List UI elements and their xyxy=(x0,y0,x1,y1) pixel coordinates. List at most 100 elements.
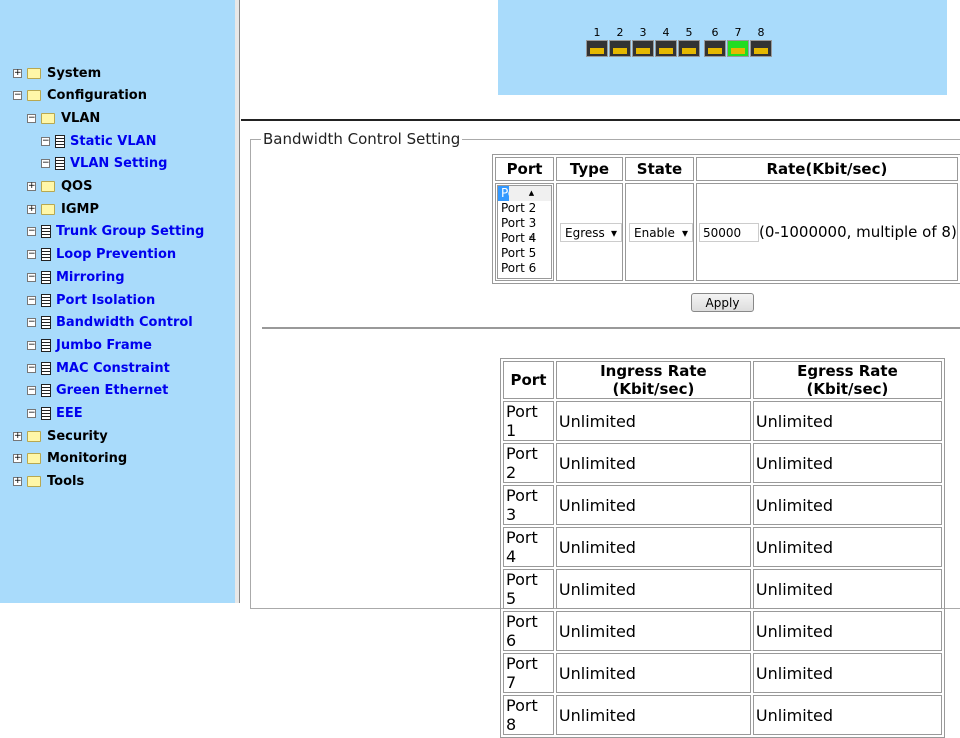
table-row: Port 5 Unlimited Unlimited xyxy=(503,569,942,609)
port-option[interactable]: Port 2 xyxy=(498,201,540,216)
sidebar-item-label: IGMP xyxy=(61,201,99,217)
ethernet-port-icon[interactable] xyxy=(750,40,772,57)
collapse-icon[interactable]: − xyxy=(27,295,36,305)
sidebar-item-label: Green Ethernet xyxy=(56,383,169,399)
page-icon xyxy=(41,270,51,284)
port-option[interactable]: Port 5 xyxy=(498,246,540,261)
collapse-icon[interactable]: − xyxy=(27,318,36,328)
sidebar-item-mirroring[interactable]: − Mirroring xyxy=(27,268,125,286)
sidebar-item-jumbo-frame[interactable]: − Jumbo Frame xyxy=(27,336,152,354)
sidebar-item-qos[interactable]: + QOS xyxy=(27,178,92,196)
expand-icon[interactable]: + xyxy=(13,477,22,487)
table-cell: Port 3 xyxy=(503,485,554,525)
sidebar-item-system[interactable]: + System xyxy=(13,64,101,82)
table-row: Port 4 Unlimited Unlimited xyxy=(503,527,942,567)
port-option[interactable]: Port 6 xyxy=(498,261,540,276)
sidebar-item-vlan-setting[interactable]: − VLAN Setting xyxy=(41,155,167,173)
ethernet-port-icon[interactable] xyxy=(632,40,654,57)
collapse-icon[interactable]: − xyxy=(27,113,36,123)
sidebar-item-label: MAC Constraint xyxy=(56,360,170,376)
sidebar-item-label: Tools xyxy=(47,474,85,490)
collapse-icon[interactable]: − xyxy=(27,386,36,396)
main-content: 1 2 3 4 5 6 7 8 Bandwidth Control Setting Port … xyxy=(241,0,960,738)
fieldset-legend: Bandwidth Control Setting xyxy=(261,130,463,148)
expand-icon[interactable]: + xyxy=(27,182,36,191)
table-cell: Unlimited xyxy=(555,527,751,567)
sidebar-item-vlan[interactable]: − VLAN xyxy=(27,109,100,127)
sidebar-item-label: System xyxy=(47,65,102,81)
expand-icon[interactable]: + xyxy=(27,204,36,214)
ethernet-port-icon[interactable] xyxy=(586,40,608,57)
frame-splitter[interactable] xyxy=(235,0,240,603)
sidebar-item-tools[interactable]: + Tools xyxy=(13,473,84,491)
sidebar-item-static-vlan[interactable]: − Static VLAN xyxy=(41,132,157,150)
collapse-icon[interactable]: − xyxy=(13,91,22,101)
port-pins xyxy=(682,48,696,54)
port-number-label: 4 xyxy=(662,26,670,39)
sidebar-item-label: EEE xyxy=(56,406,83,421)
sidebar-item-eee[interactable]: − EEE xyxy=(27,405,83,423)
sidebar-item-label: VLAN xyxy=(61,110,101,126)
sidebar-item-configuration[interactable]: − Configuration xyxy=(13,87,147,105)
collapse-icon[interactable]: − xyxy=(41,136,50,146)
sidebar-item-label: QOS xyxy=(61,179,93,194)
listbox-scrollbar[interactable]: ▲≡▼ xyxy=(509,186,551,242)
sidebar-item-port-isolation[interactable]: − Port Isolation xyxy=(27,291,155,309)
folder-icon xyxy=(41,181,55,192)
collapse-icon[interactable]: − xyxy=(27,340,36,350)
sidebar-item-igmp[interactable]: + IGMP xyxy=(27,200,99,218)
col-port: Port xyxy=(495,157,554,181)
port-pins xyxy=(636,48,650,54)
table-cell: Port 2 xyxy=(503,443,554,483)
collapse-icon[interactable]: − xyxy=(27,250,36,260)
expand-icon[interactable]: + xyxy=(13,431,22,441)
table-cell: Port 6 xyxy=(503,611,554,651)
port-number-label: 1 xyxy=(593,26,601,39)
sidebar-item-security[interactable]: + Security xyxy=(13,427,108,445)
rate-hint: (0-1000000, multiple of 8) xyxy=(759,222,957,241)
port-pins xyxy=(613,48,627,54)
table-cell: Unlimited xyxy=(555,443,751,483)
type-select[interactable]: Egress ▾ xyxy=(560,223,622,243)
col-rate: Rate(Kbit/sec) xyxy=(696,157,958,181)
sidebar-item-monitoring[interactable]: + Monitoring xyxy=(13,450,127,468)
sidebar-item-bandwidth-control[interactable]: − Bandwidth Control xyxy=(27,314,193,332)
ethernet-port-icon[interactable] xyxy=(678,40,700,57)
sidebar-item-label: Static VLAN xyxy=(70,133,157,149)
ethernet-port-icon[interactable] xyxy=(609,40,631,57)
sidebar-item-green-ethernet[interactable]: − Green Ethernet xyxy=(27,382,168,400)
port-listbox[interactable]: ▲≡▼Port 1Port 2Port 3Port 4Port 5Port 6 xyxy=(497,185,552,279)
table-row: Port 8 Unlimited Unlimited xyxy=(503,695,942,735)
expand-icon[interactable]: + xyxy=(13,68,22,78)
sidebar-item-label: Trunk Group Setting xyxy=(56,224,205,240)
state-select[interactable]: Enable ▾ xyxy=(629,223,693,243)
table-cell: Unlimited xyxy=(752,485,942,525)
collapse-icon[interactable]: − xyxy=(41,159,50,169)
sidebar-item-mac-constraint[interactable]: − MAC Constraint xyxy=(27,359,170,377)
column-header: Port xyxy=(503,361,554,399)
sidebar-item-trunk-group-setting[interactable]: − Trunk Group Setting xyxy=(27,223,204,241)
table-cell: Unlimited xyxy=(752,611,942,651)
collapse-icon[interactable]: − xyxy=(27,409,36,418)
expand-icon[interactable]: + xyxy=(13,454,22,464)
ethernet-port-icon[interactable] xyxy=(727,40,749,57)
collapse-icon[interactable]: − xyxy=(27,227,36,237)
table-cell: Unlimited xyxy=(752,653,942,693)
apply-button[interactable]: Apply xyxy=(691,293,754,312)
table-cell: Port 7 xyxy=(503,653,554,693)
table-cell: Port 8 xyxy=(503,695,554,735)
rate-input[interactable] xyxy=(699,223,759,243)
folder-icon xyxy=(41,203,55,215)
ethernet-port-icon[interactable] xyxy=(655,40,677,57)
sidebar-item-label: Monitoring xyxy=(47,451,128,467)
port-pins xyxy=(708,48,722,54)
collapse-icon[interactable]: − xyxy=(27,363,36,373)
collapse-icon[interactable]: − xyxy=(27,272,36,282)
port-pins xyxy=(590,48,604,54)
port-option[interactable]: Port 3 xyxy=(498,216,540,231)
switch-port-panel: 1 2 3 4 5 6 7 8 xyxy=(498,0,947,95)
sidebar-item-loop-prevention[interactable]: − Loop Prevention xyxy=(27,246,176,264)
port-number-label: 7 xyxy=(734,26,742,39)
ethernet-port-icon[interactable] xyxy=(704,40,726,57)
table-cell: Unlimited xyxy=(555,485,751,525)
